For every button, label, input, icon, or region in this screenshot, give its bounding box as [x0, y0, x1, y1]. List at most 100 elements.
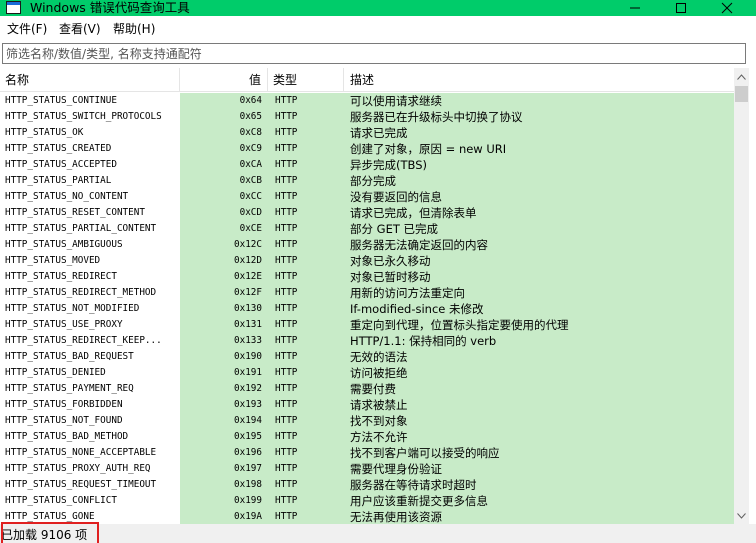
cell-value: 0x193 — [234, 399, 262, 410]
cell-value: 0xCD — [239, 207, 262, 218]
table-row[interactable]: HTTP_STATUS_SWITCH_PROTOCOLS 0x65 HTTP 服务器已… — [0, 109, 734, 125]
cell-type: HTTP — [275, 223, 298, 234]
error-code-list[interactable]: 名称 值 类型 描述 HTTP_STATUS_CONTINUE 0x64 HTTP 可… — [0, 68, 734, 524]
cell-type: HTTP — [275, 335, 298, 346]
cell-value: 0xC8 — [239, 127, 262, 138]
cell-name: HTTP_STATUS_PAYMENT_REQ — [0, 381, 180, 397]
scroll-up-button[interactable] — [734, 68, 749, 85]
table-row[interactable]: HTTP_STATUS_NONE_ACCEPTABLE 0x196 HTTP 找不到客… — [0, 445, 734, 461]
table-row[interactable]: HTTP_STATUS_MOVED 0x12D HTTP 对象已永久移动 — [0, 253, 734, 269]
close-button[interactable] — [704, 0, 750, 16]
cell-description: 用户应该重新提交更多信息 — [350, 494, 488, 508]
window-title: Windows 错误代码查询工具 — [30, 0, 190, 15]
cell-name: HTTP_STATUS_BAD_METHOD — [0, 429, 180, 445]
cell-value: 0x64 — [239, 95, 262, 106]
cell-type: HTTP — [275, 287, 298, 298]
cell-type: HTTP — [275, 239, 298, 250]
cell-name: HTTP_STATUS_NOT_MODIFIED — [0, 301, 180, 317]
cell-value: 0x12C — [234, 239, 262, 250]
cell-type: HTTP — [275, 383, 298, 394]
table-row[interactable]: HTTP_STATUS_BAD_METHOD 0x195 HTTP 方法不允许 — [0, 429, 734, 445]
title-bar[interactable]: Windows 错误代码查询工具 — [0, 0, 756, 16]
cell-value: 0x197 — [234, 463, 262, 474]
cell-type: HTTP — [275, 111, 298, 122]
column-header-type[interactable]: 类型 — [268, 68, 344, 92]
table-row[interactable]: HTTP_STATUS_NOT_FOUND 0x194 HTTP 找不到对象 — [0, 413, 734, 429]
cell-description: 方法不允许 — [350, 430, 408, 444]
menu-help[interactable]: 帮助(H) — [107, 16, 161, 42]
table-row[interactable]: HTTP_STATUS_PARTIAL 0xCB HTTP 部分完成 — [0, 173, 734, 189]
table-row[interactable]: HTTP_STATUS_RESET_CONTENT 0xCD HTTP 请求已完成，但… — [0, 205, 734, 221]
cell-name: HTTP_STATUS_PARTIAL_CONTENT — [0, 221, 180, 237]
cell-type: HTTP — [275, 159, 298, 170]
table-row[interactable]: HTTP_STATUS_REDIRECT_METHOD 0x12F HTTP 用新的访… — [0, 285, 734, 301]
cell-description: 部分完成 — [350, 174, 396, 188]
table-row[interactable]: HTTP_STATUS_FORBIDDEN 0x193 HTTP 请求被禁止 — [0, 397, 734, 413]
table-row[interactable]: HTTP_STATUS_PARTIAL_CONTENT 0xCE HTTP 部分 GE… — [0, 221, 734, 237]
cell-value: 0x199 — [234, 495, 262, 506]
table-row[interactable]: HTTP_STATUS_USE_PROXY 0x131 HTTP 重定向到代理，位置标… — [0, 317, 734, 333]
cell-name: HTTP_STATUS_REQUEST_TIMEOUT — [0, 477, 180, 493]
table-row[interactable]: HTTP_STATUS_NO_CONTENT 0xCC HTTP 没有要返回的信息 — [0, 189, 734, 205]
scroll-down-button[interactable] — [734, 507, 749, 524]
column-header-description[interactable]: 描述 — [344, 68, 734, 92]
table-row[interactable]: HTTP_STATUS_GONE 0x19A HTTP 无法再使用该资源 — [0, 509, 734, 524]
cell-name: HTTP_STATUS_USE_PROXY — [0, 317, 180, 333]
cell-type: HTTP — [275, 511, 298, 522]
cell-type: HTTP — [275, 207, 298, 218]
table-row[interactable]: HTTP_STATUS_REDIRECT_KEEP... 0x133 HTTP HTT… — [0, 333, 734, 349]
table-row[interactable]: HTTP_STATUS_ACCEPTED 0xCA HTTP 异步完成(TBS) — [0, 157, 734, 173]
column-header-name[interactable]: 名称 — [0, 68, 180, 92]
menu-view[interactable]: 查看(V) — [53, 16, 107, 42]
cell-description: 创建了对象，原因 = new URI — [350, 142, 507, 156]
cell-name: HTTP_STATUS_REDIRECT — [0, 269, 180, 285]
scroll-up-arrow-icon — [737, 73, 746, 80]
column-header-value[interactable]: 值 — [180, 68, 268, 92]
cell-value: 0x19A — [234, 511, 262, 522]
cell-description: 请求被禁止 — [350, 398, 408, 412]
table-row[interactable]: HTTP_STATUS_REDIRECT 0x12E HTTP 对象已暂时移动 — [0, 269, 734, 285]
table-row[interactable]: HTTP_STATUS_NOT_MODIFIED 0x130 HTTP If-modi… — [0, 301, 734, 317]
cell-type: HTTP — [275, 463, 298, 474]
cell-type: HTTP — [275, 495, 298, 506]
table-row[interactable]: HTTP_STATUS_AMBIGUOUS 0x12C HTTP 服务器无法确定返回的… — [0, 237, 734, 253]
table-row[interactable]: HTTP_STATUS_PROXY_AUTH_REQ 0x197 HTTP 需要代理身… — [0, 461, 734, 477]
cell-value: 0xCB — [239, 175, 262, 186]
table-row[interactable]: HTTP_STATUS_REQUEST_TIMEOUT 0x198 HTTP 服务器在… — [0, 477, 734, 493]
cell-type: HTTP — [275, 95, 298, 106]
cell-name: HTTP_STATUS_RESET_CONTENT — [0, 205, 180, 221]
cell-description: 对象已永久移动 — [350, 254, 431, 268]
cell-name: HTTP_STATUS_PARTIAL — [0, 173, 180, 189]
cell-type: HTTP — [275, 447, 298, 458]
cell-value: 0x191 — [234, 367, 262, 378]
cell-value: 0x12D — [234, 255, 262, 266]
table-row[interactable]: HTTP_STATUS_CONFLICT 0x199 HTTP 用户应该重新提交更多信… — [0, 493, 734, 509]
minimize-button[interactable] — [612, 0, 658, 16]
cell-value: 0x195 — [234, 431, 262, 442]
table-row[interactable]: HTTP_STATUS_OK 0xC8 HTTP 请求已完成 — [0, 125, 734, 141]
cell-type: HTTP — [275, 127, 298, 138]
filter-input[interactable] — [2, 43, 746, 64]
cell-description: HTTP/1.1: 保持相同的 verb — [350, 334, 497, 348]
cell-description: 找不到对象 — [350, 414, 408, 428]
maximize-button[interactable] — [658, 0, 704, 16]
cell-description: 请求已完成，但清除表单 — [350, 206, 477, 220]
vertical-scrollbar[interactable] — [734, 68, 749, 524]
cell-description: 服务器无法确定返回的内容 — [350, 238, 488, 252]
cell-name: HTTP_STATUS_PROXY_AUTH_REQ — [0, 461, 180, 477]
cell-name: HTTP_STATUS_BAD_REQUEST — [0, 349, 180, 365]
cell-name: HTTP_STATUS_NOT_FOUND — [0, 413, 180, 429]
maximize-icon — [676, 3, 686, 13]
menu-file[interactable]: 文件(F) — [1, 16, 53, 42]
cell-type: HTTP — [275, 367, 298, 378]
scrollbar-thumb[interactable] — [735, 86, 748, 102]
table-row[interactable]: HTTP_STATUS_DENIED 0x191 HTTP 访问被拒绝 — [0, 365, 734, 381]
cell-description: 部分 GET 已完成 — [350, 222, 439, 236]
table-row[interactable]: HTTP_STATUS_BAD_REQUEST 0x190 HTTP 无效的语法 — [0, 349, 734, 365]
cell-value: 0x196 — [234, 447, 262, 458]
table-row[interactable]: HTTP_STATUS_CONTINUE 0x64 HTTP 可以使用请求继续 — [0, 93, 734, 109]
table-row[interactable]: HTTP_STATUS_PAYMENT_REQ 0x192 HTTP 需要付费 — [0, 381, 734, 397]
table-row[interactable]: HTTP_STATUS_CREATED 0xC9 HTTP 创建了对象，原因 = ne… — [0, 141, 734, 157]
cell-name: HTTP_STATUS_CONTINUE — [0, 93, 180, 109]
cell-description: 需要付费 — [350, 382, 396, 396]
